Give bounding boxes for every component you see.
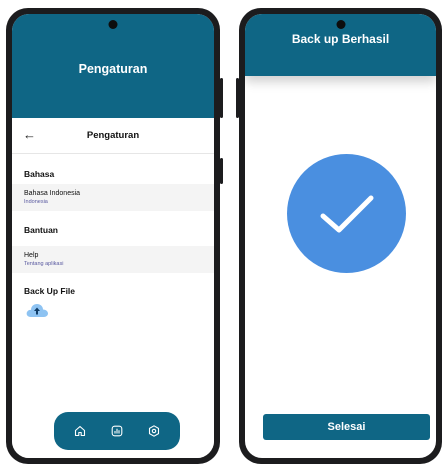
camera-notch (108, 20, 118, 29)
settings-screen: Pengaturan ← Pengaturan Bahasa Bahasa In… (12, 14, 214, 458)
bottom-navigation (54, 412, 180, 450)
setting-item-label: Bahasa Indonesia (24, 190, 81, 197)
section-title-bantuan: Bantuan (24, 225, 58, 235)
nav-title: Pengaturan (86, 130, 140, 141)
back-arrow-icon[interactable]: ← (23, 127, 36, 142)
setting-item-value: Indonesia (24, 199, 48, 205)
success-circle (287, 154, 406, 273)
settings-header: Pengaturan (12, 14, 214, 118)
header-title: Pengaturan (78, 62, 148, 76)
chart-icon[interactable] (109, 423, 125, 439)
settings-nav-bar: ← Pengaturan (12, 118, 214, 154)
setting-item-label: Help (24, 252, 39, 259)
settings-icon[interactable] (146, 423, 162, 439)
volume-button (236, 78, 239, 118)
settings-content: ← Pengaturan Bahasa Bahasa Indonesia Ind… (12, 118, 214, 458)
cloud-upload-icon[interactable] (25, 302, 49, 318)
backup-success-screen: Back up Berhasil Selesai (245, 14, 436, 458)
camera-notch (336, 20, 345, 29)
header-title: Back up Berhasil (291, 32, 390, 46)
done-button[interactable]: Selesai (263, 414, 430, 440)
phone-backup-success: Back up Berhasil Selesai (236, 8, 442, 464)
setting-item-value: Tentang aplikasi (24, 261, 64, 267)
section-title-bahasa: Bahasa (24, 169, 55, 179)
home-icon[interactable] (72, 423, 88, 439)
check-icon (320, 195, 373, 232)
section-title-backup: Back Up File (24, 286, 76, 296)
phone-settings: Pengaturan ← Pengaturan Bahasa Bahasa In… (6, 8, 223, 464)
setting-item-help[interactable]: Help Tentang aplikasi (12, 246, 214, 273)
setting-item-language[interactable]: Bahasa Indonesia Indonesia (12, 184, 214, 211)
power-button (220, 158, 223, 184)
volume-button (220, 78, 223, 118)
